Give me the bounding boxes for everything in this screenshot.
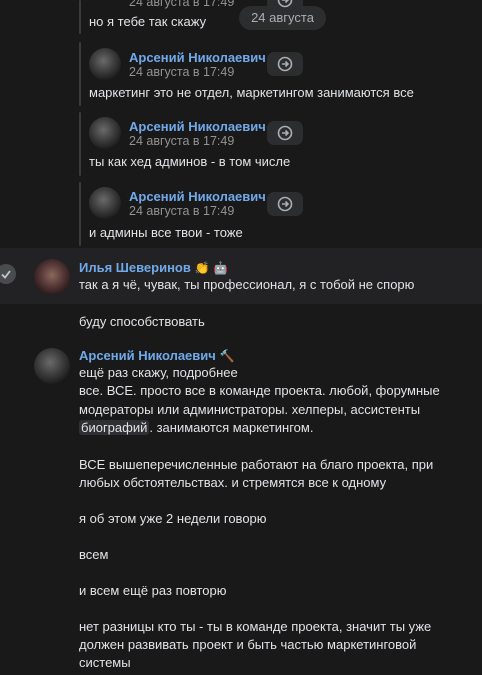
go-to-message-button[interactable] bbox=[267, 0, 303, 12]
reply-arrow-icon bbox=[277, 0, 293, 8]
avatar[interactable] bbox=[89, 117, 121, 149]
author-name[interactable]: Арсений Николаевич bbox=[79, 348, 216, 363]
message-text: ты как хед админов - в том числе bbox=[89, 154, 291, 169]
author-name[interactable]: Арсений Николаевич bbox=[129, 119, 266, 134]
forward-line bbox=[79, 112, 81, 176]
author-header: Илья Шеверинов 👏 🤖 bbox=[79, 259, 228, 277]
message-text: и всем ещё раз повторю bbox=[79, 583, 227, 598]
go-to-message-button[interactable] bbox=[267, 192, 303, 216]
message-text: нет разницы кто ты - ты в команде проект… bbox=[79, 619, 432, 634]
message-text: . занимаются маркетингом. bbox=[149, 420, 314, 435]
reply-arrow-icon bbox=[277, 56, 293, 72]
message-text: ВСЕ вышеперечисленные работают на благо … bbox=[79, 457, 434, 472]
avatar[interactable] bbox=[34, 348, 70, 384]
author-name[interactable]: Илья Шеверинов bbox=[79, 260, 191, 275]
message-text: ещё раз скажу, подробнее bbox=[79, 365, 238, 380]
status-emoji: 🔨 bbox=[219, 349, 235, 363]
message-text: модераторы или администраторы. хелперы, … bbox=[79, 402, 421, 417]
status-emoji: 👏 🤖 bbox=[194, 261, 229, 275]
avatar[interactable] bbox=[89, 48, 121, 80]
message-date[interactable]: 24 августа в 17:49 bbox=[129, 204, 234, 218]
message-text: системы bbox=[79, 655, 131, 670]
message-date[interactable]: 24 августа в 17:49 bbox=[129, 134, 234, 148]
message-text-line: биографий. занимаются маркетингом. bbox=[79, 419, 313, 437]
message-text: и админы все твои - тоже bbox=[89, 225, 243, 240]
message-text: но я тебе так скажу bbox=[89, 14, 207, 29]
author-name[interactable]: Арсений Николаевич bbox=[129, 189, 266, 204]
author-header: Арсений Николаевич 🔨 bbox=[79, 347, 235, 365]
message-text: всем bbox=[79, 547, 109, 562]
message-text: все. ВСЕ. просто все в команде проекта. … bbox=[79, 383, 440, 398]
reply-arrow-icon bbox=[277, 196, 293, 212]
highlighted-word: биографий bbox=[79, 420, 150, 435]
author-name[interactable]: Арсений Николаевич bbox=[129, 50, 266, 65]
message-text: любых обстоятельствах. и стремятся все к… bbox=[79, 475, 387, 490]
message-text: буду способствовать bbox=[79, 314, 205, 329]
message-text: я об этом уже 2 недели говорю bbox=[79, 511, 267, 526]
avatar[interactable] bbox=[34, 259, 70, 295]
message-text: маркетинг это не отдел, маркетингом зани… bbox=[89, 85, 414, 100]
avatar[interactable] bbox=[89, 187, 121, 219]
message-date: 24 августа в 17:49 bbox=[129, 0, 235, 9]
checkmark-icon bbox=[1, 270, 11, 279]
message-text: так а я чё, чувак, ты профессионал, я с … bbox=[79, 277, 415, 292]
message-text: должен развивать проект и быть частью ма… bbox=[79, 637, 417, 652]
forward-line bbox=[79, 42, 81, 106]
forward-line bbox=[79, 0, 81, 34]
forward-line bbox=[79, 182, 81, 246]
message-date[interactable]: 24 августа в 17:49 bbox=[129, 65, 234, 79]
go-to-message-button[interactable] bbox=[267, 52, 303, 76]
go-to-message-button[interactable] bbox=[267, 121, 303, 145]
reply-arrow-icon bbox=[277, 125, 293, 141]
